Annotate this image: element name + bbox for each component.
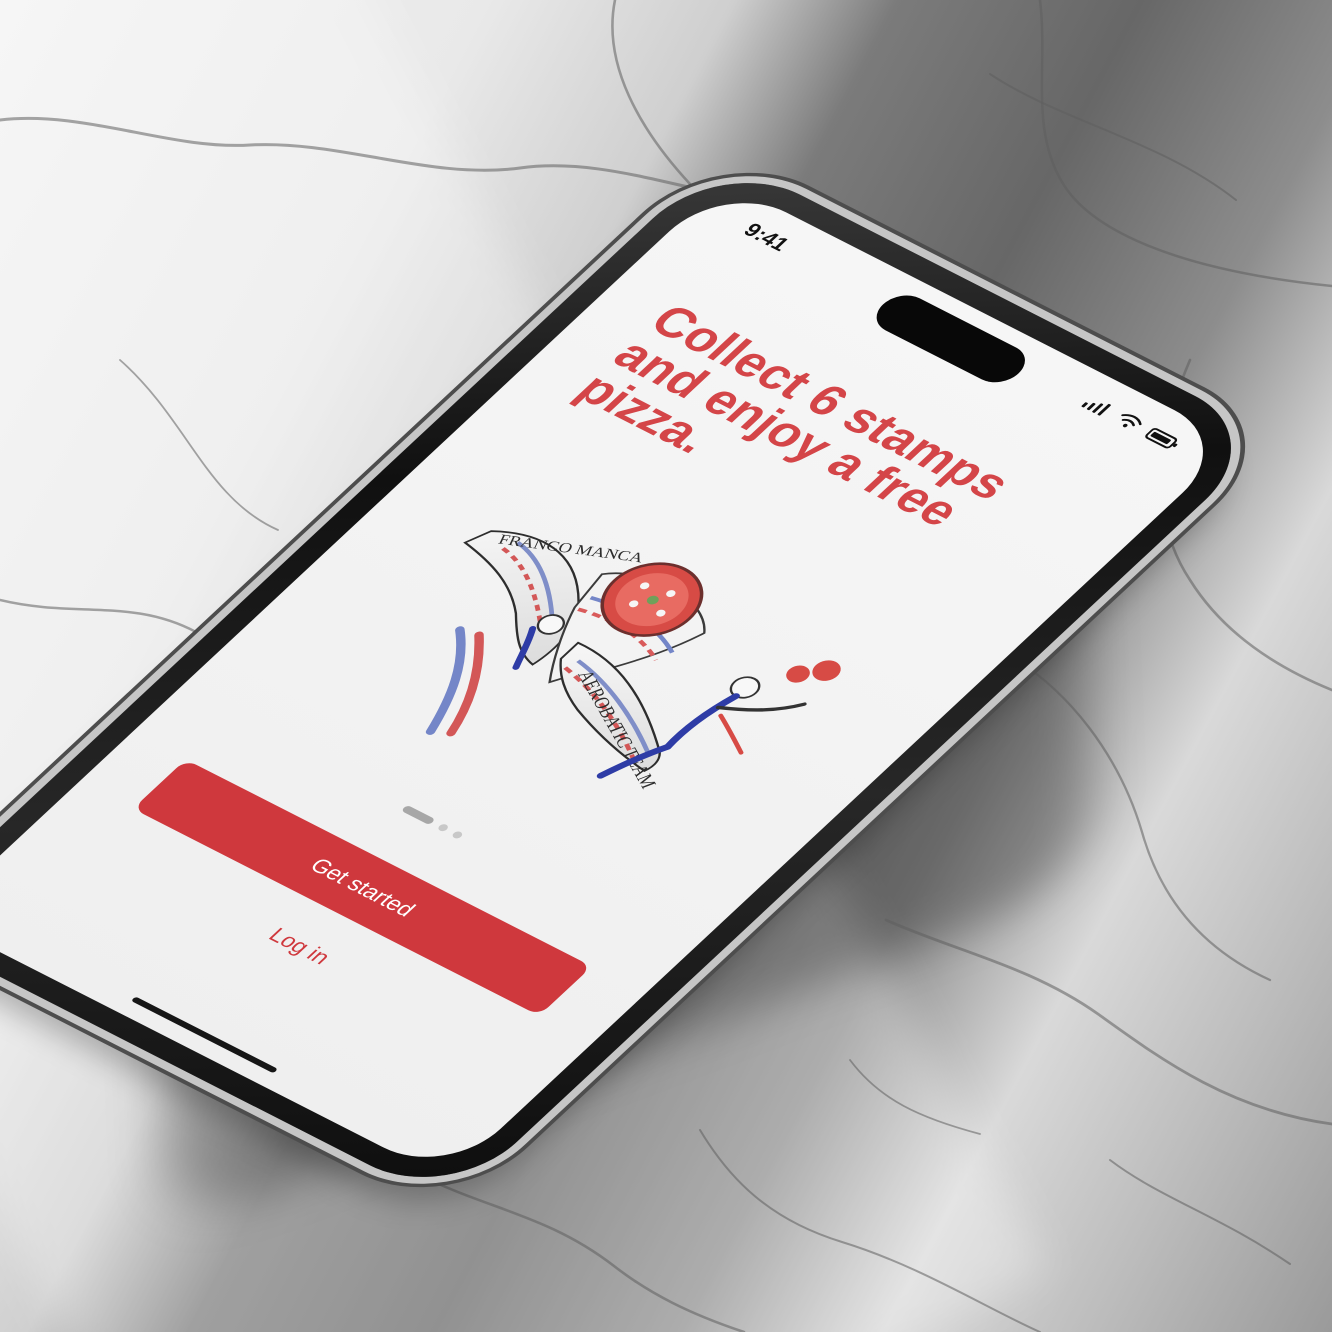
pager-dot [436, 822, 450, 833]
status-time: 9:41 [738, 219, 794, 256]
wifi-icon [1121, 414, 1142, 428]
dynamic-island [865, 288, 1036, 390]
status-icons [1079, 394, 1184, 453]
onboarding-pager [400, 804, 465, 840]
scene-background: 9:41 Collect 6 stamps and enjoy a free p… [0, 0, 1332, 1332]
pager-dot [450, 830, 465, 840]
signal-icon [1081, 402, 1111, 416]
battery-icon [1145, 428, 1178, 449]
pager-dot-active [400, 804, 436, 826]
